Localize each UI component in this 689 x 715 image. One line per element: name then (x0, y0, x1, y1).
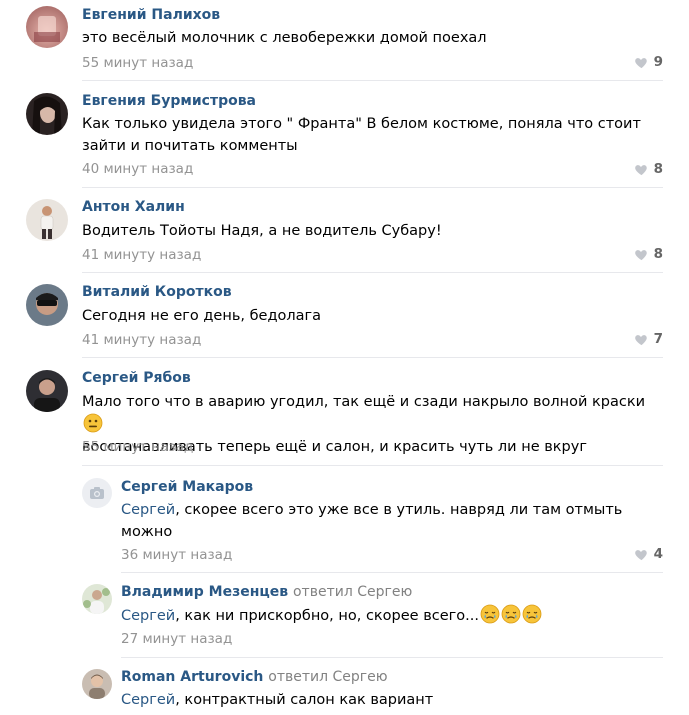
like-button[interactable]: 9 (634, 54, 663, 70)
reply-text: Сергей, как ни прискорбно, но, скорее вс… (121, 604, 661, 627)
comment-author[interactable]: Евгения Бурмистрова (82, 93, 256, 109)
neutral-face-emoji-icon (83, 413, 103, 433)
reply-text-line: , контрактный салон как вариант (175, 692, 434, 708)
heart-icon (634, 162, 649, 177)
like-button[interactable]: 7 (634, 331, 663, 347)
comment-time[interactable]: 55 минут назад (82, 55, 193, 71)
comment-text-line: зайти и почитать комменты (82, 138, 298, 154)
comment-time[interactable]: 41 минуту назад (82, 247, 201, 263)
comment-author[interactable]: Антон Халин (82, 199, 185, 215)
avatar[interactable] (82, 584, 112, 614)
reply-author-name[interactable]: Roman Arturovich (121, 669, 263, 685)
like-count: 9 (653, 54, 663, 70)
avatar[interactable] (82, 669, 112, 699)
comment-author[interactable]: Евгений Палихов (82, 7, 220, 23)
replied-to[interactable]: ответил Сергею (268, 669, 387, 685)
reply-addressee[interactable]: Сергей (121, 692, 175, 708)
separator (121, 572, 663, 573)
reply-text-line: , скорее всего это уже все в утиль. навр… (175, 502, 623, 518)
comment-author[interactable]: Виталий Коротков (82, 284, 232, 300)
separator (82, 357, 663, 358)
reply-author[interactable]: Roman Arturovich ответил Сергею (121, 669, 388, 685)
separator (82, 465, 663, 466)
like-button[interactable]: 4 (634, 546, 663, 562)
heart-icon (634, 332, 649, 347)
comment-text: Водитель Тойоты Надя, а не водитель Суба… (82, 223, 442, 239)
like-count: 8 (653, 246, 663, 262)
comment-text-line: Мало того что в аварию угодил, так ещё и… (82, 394, 646, 410)
like-count: 4 (653, 546, 663, 562)
like-count: 7 (653, 331, 663, 347)
avatar[interactable] (26, 6, 68, 48)
comment-text-line: Как только увидела этого " Франта" В бел… (82, 116, 641, 132)
reply-author-name[interactable]: Владимир Мезенцев (121, 584, 288, 600)
reply-time[interactable]: 27 минут назад (121, 631, 232, 647)
reply-text: Сергей, скорее всего это уже все в утиль… (121, 499, 661, 543)
comment-text: Сегодня не его день, бедолага (82, 308, 322, 324)
comment-author[interactable]: Сергей Рябов (82, 370, 191, 386)
separator (121, 657, 663, 658)
like-count: 8 (653, 161, 663, 177)
heart-icon (634, 547, 649, 562)
reply-text: Сергей, контрактный салон как вариант (121, 689, 661, 711)
separator (82, 80, 663, 81)
reply-author[interactable]: Владимир Мезенцев ответил Сергею (121, 584, 412, 600)
comment-time[interactable]: 40 минут назад (82, 161, 193, 177)
crying-face-emoji-icon (480, 604, 500, 624)
comment-text: Как только увидела этого " Франта" В бел… (82, 113, 661, 157)
heart-icon (634, 55, 649, 70)
reply-addressee[interactable]: Сергей (121, 608, 175, 624)
avatar[interactable] (26, 93, 68, 135)
reply-addressee[interactable]: Сергей (121, 502, 175, 518)
reply-text-line: , как ни прискорбно, но, скорее всего... (175, 608, 479, 624)
comment-text: это весёлый молочник с левобережки домой… (82, 30, 487, 46)
reply-author[interactable]: Сергей Макаров (121, 479, 253, 495)
comment-time[interactable]: 41 минуту назад (82, 332, 201, 348)
like-button[interactable]: 8 (634, 246, 663, 262)
heart-icon (634, 247, 649, 262)
like-button[interactable]: 8 (634, 161, 663, 177)
avatar[interactable] (26, 284, 68, 326)
separator (82, 187, 663, 188)
camera-icon (90, 487, 104, 499)
crying-face-emoji-icon (522, 604, 542, 624)
avatar[interactable] (26, 370, 68, 412)
reply-time[interactable]: 36 минут назад (121, 547, 232, 563)
crying-face-emoji-icon (501, 604, 521, 624)
reply-text-line: можно (121, 524, 173, 540)
avatar[interactable] (26, 199, 68, 241)
avatar[interactable] (82, 478, 112, 508)
comment-time[interactable]: 55 минут назад (82, 439, 193, 455)
replied-to[interactable]: ответил Сергею (293, 584, 412, 600)
separator (82, 272, 663, 273)
